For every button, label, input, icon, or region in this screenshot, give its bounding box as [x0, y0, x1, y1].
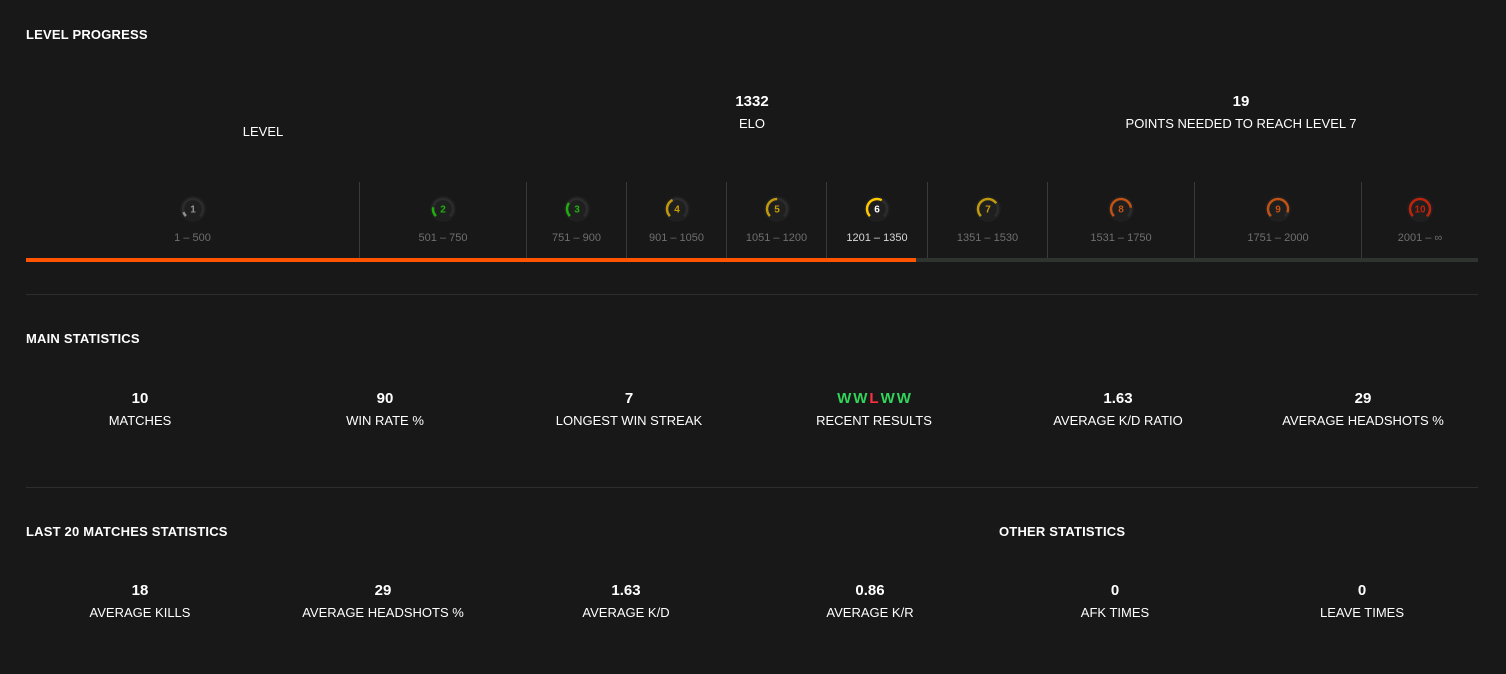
level-badge-icon: 1 — [179, 195, 207, 223]
leave-times-stat: 0 LEAVE TIMES — [1320, 582, 1404, 621]
recent-results-label: RECENT RESULTS — [816, 413, 932, 428]
level-number: 8 — [1118, 205, 1124, 216]
level-segment: 8 1531 – 1750 — [1047, 182, 1194, 258]
last-20-matches-title: LAST 20 MATCHES STATISTICS — [26, 524, 228, 539]
win-rate-label: WIN RATE % — [346, 413, 424, 428]
longest-win-streak-stat: 7 LONGEST WIN STREAK — [556, 390, 702, 429]
level-number: 4 — [674, 205, 680, 216]
level-number: 5 — [774, 205, 780, 216]
level-range: 1751 – 2000 — [1247, 232, 1309, 244]
headshots-label: AVERAGE HEADSHOTS % — [1282, 413, 1444, 428]
matches-value: 10 — [131, 390, 149, 407]
result-win: W — [837, 390, 852, 407]
result-win: W — [853, 390, 868, 407]
main-statistics-title: MAIN STATISTICS — [26, 331, 140, 346]
divider — [26, 487, 1478, 488]
win-rate-value: 90 — [376, 390, 394, 407]
afk-times-value: 0 — [1110, 582, 1120, 599]
level-segment: 10 2001 – ∞ — [1361, 182, 1478, 258]
level-segments: 1 1 – 500 2 501 – 750 3 751 – 900 4 901 – 1050 5… — [26, 182, 1478, 258]
level-progress-title: LEVEL PROGRESS — [26, 27, 148, 42]
kd-ratio-value: 1.63 — [1103, 390, 1133, 407]
level-range: 1351 – 1530 — [956, 232, 1019, 244]
level-number: 7 — [985, 205, 991, 216]
points-needed-label: POINTS NEEDED TO REACH LEVEL 7 — [1125, 116, 1357, 131]
average-kr-label: AVERAGE K/R — [826, 605, 914, 620]
headshots-value: 29 — [1354, 390, 1372, 407]
elo-progress-fill — [26, 258, 917, 262]
level-badge-icon: 3 — [563, 195, 591, 223]
level-range: 1051 – 1200 — [745, 232, 808, 244]
level-range: 1531 – 1750 — [1090, 232, 1152, 244]
level-number: 1 — [190, 205, 196, 216]
level-number: 3 — [574, 205, 580, 216]
level-badge-icon: 5 — [763, 195, 791, 223]
average-kills-stat: 18 AVERAGE KILLS — [90, 582, 191, 621]
level-segment: 2 501 – 750 — [359, 182, 526, 258]
other-statistics-title: OTHER STATISTICS — [999, 524, 1126, 539]
average-kd-value: 1.63 — [611, 582, 641, 599]
elo-value: 1332 — [735, 93, 769, 110]
afk-times-label: AFK TIMES — [1080, 605, 1150, 620]
level-number: 6 — [874, 205, 880, 216]
elo-progress-bar — [26, 258, 1478, 262]
average-kd-label: AVERAGE K/D — [582, 605, 670, 620]
average-kills-value: 18 — [131, 582, 149, 599]
level-segment: 4 901 – 1050 — [626, 182, 726, 258]
level-badge-icon: 2 — [429, 195, 457, 223]
recent-results-stat: WWLWW RECENT RESULTS — [816, 390, 932, 429]
average-kills-label: AVERAGE KILLS — [89, 605, 191, 620]
recent-results-value: WWLWW — [816, 390, 932, 408]
average-kd-stat: 1.63 AVERAGE K/D — [582, 582, 669, 621]
level-segment: 3 751 – 900 — [526, 182, 626, 258]
kd-ratio-label: AVERAGE K/D RATIO — [1053, 413, 1183, 428]
result-win: W — [880, 390, 895, 407]
average-kr-stat: 0.86 AVERAGE K/R — [826, 582, 913, 621]
level-segment: 7 1351 – 1530 — [927, 182, 1047, 258]
longest-win-streak-value: 7 — [624, 390, 634, 407]
level-label-block: LEVEL — [243, 124, 283, 140]
level-segment: 6 1201 – 1350 — [826, 182, 927, 258]
level-label: LEVEL — [242, 124, 284, 139]
level-number: 9 — [1275, 205, 1281, 216]
stats-page: LEVEL PROGRESS LEVEL 1332 ELO 19 POINTS … — [0, 0, 1506, 674]
leave-times-label: LEAVE TIMES — [1319, 605, 1405, 620]
level-badge-icon: 7 — [974, 195, 1002, 223]
level-badge-icon: 9 — [1264, 195, 1292, 223]
level-range: 501 – 750 — [418, 232, 468, 244]
leave-times-value: 0 — [1357, 582, 1367, 599]
level-badge-icon: 10 — [1406, 195, 1434, 223]
win-rate-stat: 90 WIN RATE % — [346, 390, 424, 429]
level-number: 10 — [1414, 205, 1426, 216]
elo-label: ELO — [738, 116, 765, 131]
last20-headshots-stat: 29 AVERAGE HEADSHOTS % — [302, 582, 464, 621]
level-badge-icon: 4 — [663, 195, 691, 223]
matches-label: MATCHES — [108, 413, 172, 428]
level-range: 2001 – ∞ — [1397, 232, 1443, 244]
level-range: 1 – 500 — [174, 232, 211, 244]
elo-stat: 1332 ELO — [735, 93, 768, 132]
points-needed-value: 19 — [1232, 93, 1250, 110]
level-segment: 1 1 – 500 — [26, 182, 359, 258]
result-win: W — [896, 390, 911, 407]
afk-times-stat: 0 AFK TIMES — [1081, 582, 1149, 621]
last20-headshots-value: 29 — [374, 582, 392, 599]
matches-stat: 10 MATCHES — [109, 390, 172, 429]
level-number: 2 — [440, 205, 446, 216]
level-badge-icon: 8 — [1107, 195, 1135, 223]
points-needed-stat: 19 POINTS NEEDED TO REACH LEVEL 7 — [1126, 93, 1357, 132]
level-range: 751 – 900 — [552, 232, 601, 244]
longest-win-streak-label: LONGEST WIN STREAK — [555, 413, 703, 428]
result-loss: L — [869, 390, 879, 407]
average-kr-value: 0.86 — [855, 582, 885, 599]
level-range: 1201 – 1350 — [846, 232, 908, 244]
level-range: 901 – 1050 — [648, 232, 705, 244]
level-badge-icon: 6 — [863, 195, 891, 223]
level-segment: 5 1051 – 1200 — [726, 182, 826, 258]
level-segment: 9 1751 – 2000 — [1194, 182, 1361, 258]
kd-ratio-stat: 1.63 AVERAGE K/D RATIO — [1053, 390, 1183, 429]
divider — [26, 294, 1478, 295]
headshots-stat: 29 AVERAGE HEADSHOTS % — [1282, 390, 1444, 429]
last20-headshots-label: AVERAGE HEADSHOTS % — [302, 605, 464, 620]
